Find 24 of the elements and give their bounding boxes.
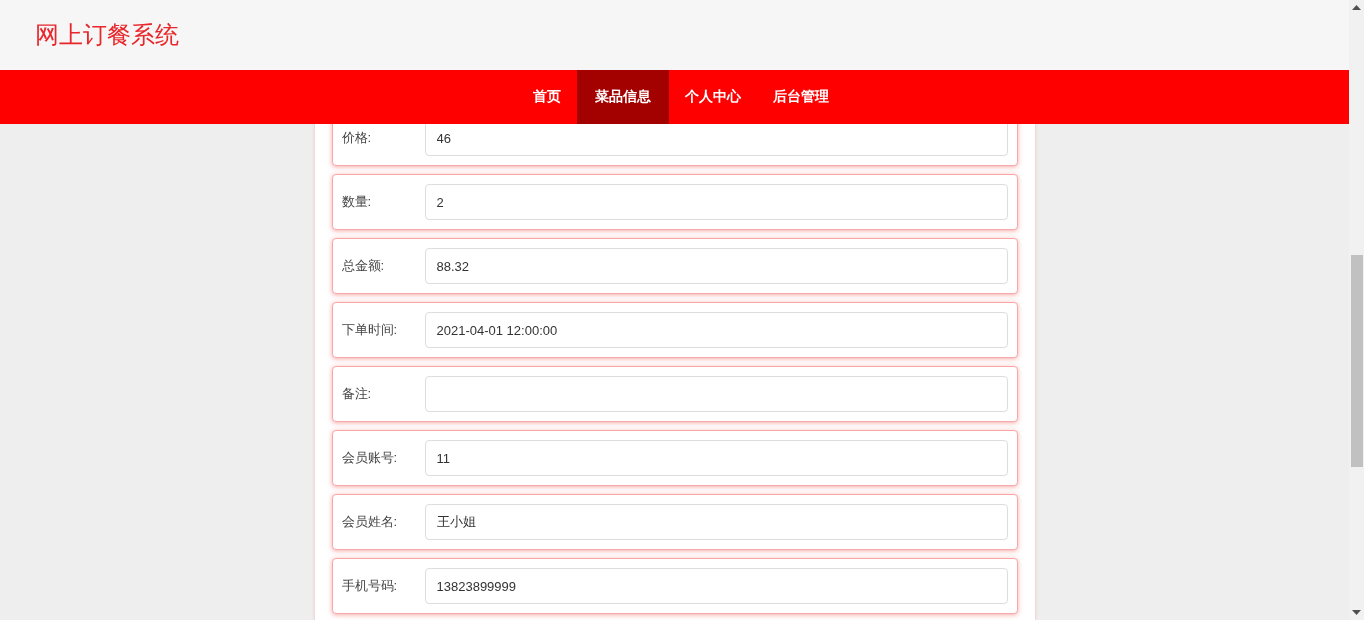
nav-tab[interactable]: 后台管理: [756, 70, 845, 124]
field-label: 下单时间:: [341, 321, 399, 339]
scroll-up-icon[interactable]: [1352, 5, 1361, 10]
input-field[interactable]: [424, 376, 1008, 412]
field-label: 总金额:: [341, 257, 386, 275]
input-field[interactable]: 13823899999: [424, 568, 1008, 604]
input-field[interactable]: 王小姐: [424, 504, 1008, 540]
field-label: 备注:: [341, 385, 373, 403]
field-label: 会员账号:: [341, 449, 399, 467]
site-title: 网上订餐系统: [35, 20, 179, 50]
field-label: 会员姓名:: [341, 513, 399, 531]
nav-tab[interactable]: 菜品信息: [576, 70, 669, 124]
nav-tab[interactable]: 首页: [516, 70, 577, 124]
input-field[interactable]: 11: [424, 440, 1008, 476]
field-label: 数量:: [341, 193, 373, 211]
input-field[interactable]: 46: [424, 124, 1008, 156]
input-field[interactable]: 2: [424, 184, 1008, 220]
nav-tab[interactable]: 个人中心: [668, 70, 757, 124]
input-field[interactable]: 88.32: [424, 248, 1008, 284]
scroll-thumb[interactable]: [1350, 255, 1363, 467]
field-label: 价格:: [341, 129, 373, 147]
input-field[interactable]: 2021-04-01 12:00:00: [424, 312, 1008, 348]
scroll-down-icon[interactable]: [1352, 610, 1361, 615]
field-label: 手机号码:: [341, 577, 399, 595]
